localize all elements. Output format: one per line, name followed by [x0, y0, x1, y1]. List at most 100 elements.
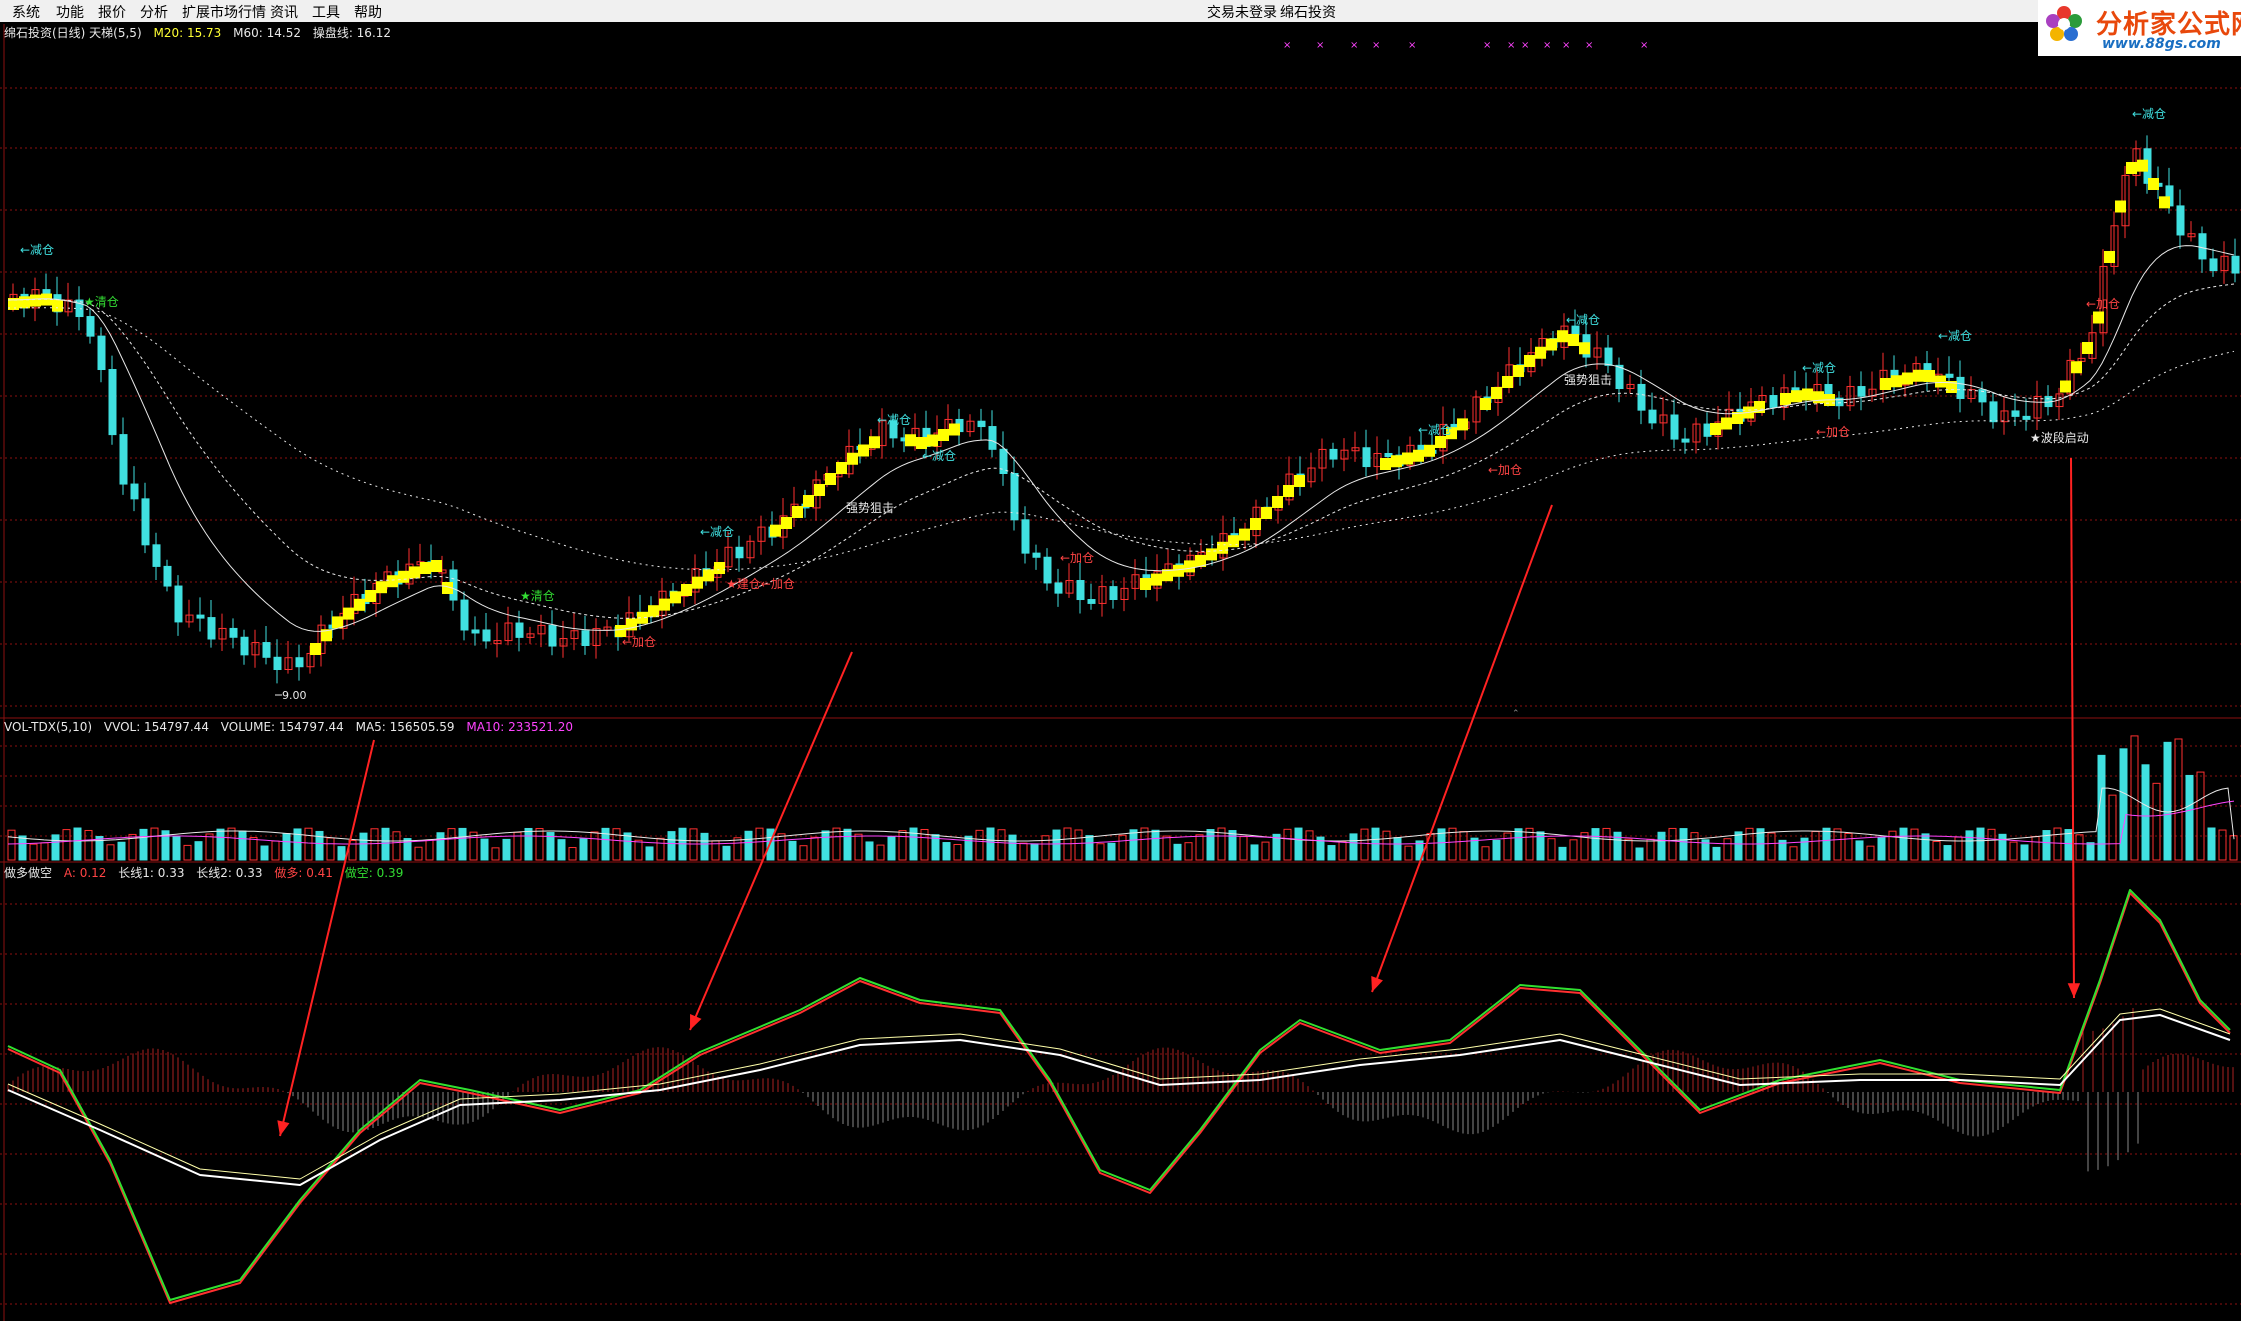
signal-label: ★清仓: [520, 589, 555, 603]
volume-bar: [216, 828, 225, 861]
ladder-step: [387, 575, 398, 588]
candle-body: [130, 483, 139, 500]
volume-bar: [1338, 841, 1347, 861]
annotation-arrow: [2070, 457, 2075, 999]
ladder-step: [1294, 475, 1305, 487]
volume-bar: [172, 836, 181, 861]
ladder-step: [2093, 311, 2104, 324]
ladder-step: [1283, 485, 1294, 497]
signal-label: ←减仓: [20, 243, 54, 257]
volume-bar: [557, 839, 566, 861]
volume-bar: [1096, 843, 1105, 861]
volume-bar: [1734, 831, 1743, 861]
candle-body: [174, 585, 183, 623]
ma-line-slow: [8, 307, 2235, 571]
signal-label: ←减仓: [1802, 361, 1836, 375]
volume-bar: [898, 830, 907, 861]
stock-chart[interactable]: × × × × × × × × × × × × ←减仓 ★清仓 ★清仓 ←加仓 ←减仓 ★建仓←加仓 强势狙击 ←减仓…: [0, 0, 2241, 1321]
menu-tools[interactable]: 工具: [312, 2, 340, 22]
volume-bar: [1085, 835, 1094, 861]
volume-bar: [755, 827, 764, 861]
volume-bar: [7, 829, 16, 861]
bear-value: 做空: 0.39: [344, 866, 404, 880]
signal-label: ←减仓: [700, 525, 734, 539]
volume-bar: [260, 845, 269, 861]
login-status[interactable]: 交易未登录: [1207, 2, 1277, 22]
volume-bar: [1503, 832, 1512, 861]
candle-body: [1054, 582, 1063, 594]
candle-body: [471, 629, 480, 634]
menu-info[interactable]: 资讯: [270, 2, 298, 22]
menu-system[interactable]: 系统: [12, 2, 40, 22]
menu-help[interactable]: 帮助: [354, 2, 382, 22]
candle-body: [2198, 233, 2207, 260]
ladder-step: [1217, 541, 1228, 554]
volume-bar: [1074, 829, 1083, 861]
ladder-step: [1880, 378, 1891, 390]
ma5-value: MA5: 156505.59: [355, 720, 455, 734]
volume-bar: [1525, 827, 1534, 861]
volume-bar: [645, 846, 654, 861]
candle-body: [1615, 364, 1624, 390]
ladder-step: [1924, 370, 1935, 382]
volume-bar: [854, 833, 863, 861]
candle-body: [152, 544, 161, 567]
annotation-arrow: [279, 739, 375, 1137]
ladder-step: [1184, 560, 1195, 573]
volume-bar: [1481, 846, 1490, 861]
volume-bar: [1558, 846, 1567, 861]
ladder-step: [1502, 376, 1513, 388]
candle-body: [1329, 448, 1338, 460]
ladder-step: [376, 581, 387, 594]
menu-quote[interactable]: 报价: [98, 2, 126, 22]
candle-body: [97, 335, 106, 371]
volume-bar: [2119, 748, 2128, 861]
ladder-step: [1491, 387, 1502, 399]
volume-bar: [1206, 829, 1215, 861]
ladder-step: [670, 591, 681, 604]
volume-bar: [1426, 832, 1435, 861]
signal-label: ★建仓←加仓: [726, 577, 795, 591]
volume-bar: [623, 832, 632, 861]
ladder-step: [792, 506, 803, 518]
candle-body: [1648, 409, 1657, 424]
volume-bar: [414, 846, 423, 861]
candle-body: [163, 565, 172, 587]
signal-marker: ×: [1483, 40, 1491, 51]
menu-analysis[interactable]: 分析: [140, 2, 168, 22]
candle-body: [141, 498, 150, 546]
long-line-1: [7, 1014, 2231, 1186]
volume-bar: [315, 830, 324, 861]
volume-bar: [2185, 774, 2194, 861]
ladder-step: [52, 299, 63, 312]
main-readout: 绵石投资(日线) 天梯(5,5) M20: 15.73 M60: 14.52 操…: [4, 24, 399, 41]
volume-bar: [1569, 839, 1578, 861]
m60-value: M60: 14.52: [233, 26, 301, 40]
ladder-step: [431, 560, 442, 572]
signal-label: ←加仓: [1816, 425, 1850, 439]
signal-marker: ×: [1316, 40, 1324, 51]
volume-bar: [370, 828, 379, 861]
menu-extended-market[interactable]: 扩展市场行情: [182, 2, 266, 22]
volume-bar: [150, 827, 159, 861]
volume-bar: [1921, 833, 1930, 861]
ladder-step: [1391, 455, 1402, 468]
candle-body: [295, 657, 304, 668]
volume-bar: [227, 827, 236, 861]
volume-bar: [777, 833, 786, 861]
volume-bar: [194, 841, 203, 861]
volume-bar: [1943, 845, 1952, 861]
volume-bar: [29, 843, 38, 861]
volume-bar: [458, 827, 467, 861]
volume-bar: [106, 844, 115, 861]
volume-bar: [2075, 834, 2084, 861]
ladder-step: [1228, 535, 1239, 548]
ladder-step: [847, 452, 858, 465]
volume-bar: [1008, 834, 1017, 861]
candle-body: [1681, 438, 1690, 443]
volume-bar: [1041, 835, 1050, 861]
volume-bar: [1547, 838, 1556, 861]
menu-function[interactable]: 功能: [56, 2, 84, 22]
logo-url[interactable]: www.88gs.com: [2102, 36, 2221, 52]
ladder-step: [1424, 444, 1435, 457]
